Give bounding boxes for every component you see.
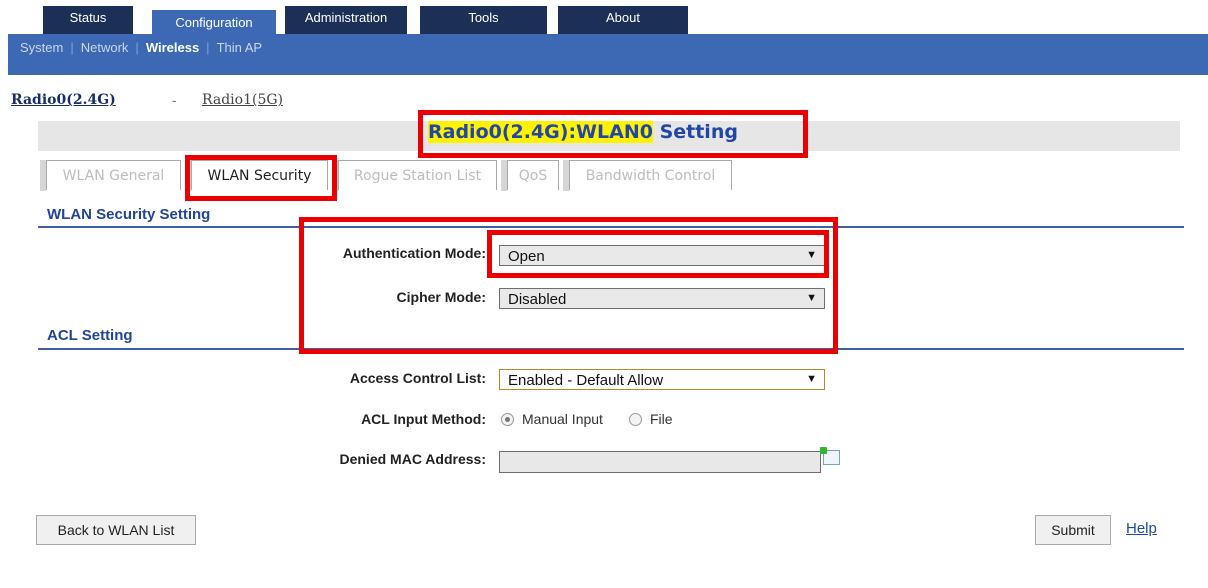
acl-input-method-label: ACL Input Method: [361,411,486,427]
add-entry-icon[interactable] [820,447,840,465]
sub-nav: System | Network | Wireless | Thin AP [8,34,1208,75]
page-title-highlight: Radio0(2.4G):WLAN0 [428,121,653,143]
tab-qos[interactable]: QoS [501,160,559,191]
page-title-rest: Setting [652,121,738,143]
wlan-security-title: WLAN Security Setting [47,206,211,223]
cipher-mode-label: Cipher Mode: [396,289,486,305]
chevron-down-icon: ▼ [806,373,817,385]
tab-rogue-station-list[interactable]: Rogue Station List [332,160,497,191]
chevron-down-icon: ▼ [806,249,817,261]
tab-configuration[interactable]: Configuration [152,10,276,34]
denied-mac-label: Denied MAC Address: [339,451,486,467]
access-control-list-label: Access Control List: [349,370,486,386]
manual-input-label: Manual Input [522,411,603,427]
page-title: Radio0(2.4G):WLAN0 Setting [428,121,738,143]
chevron-down-icon: ▼ [806,292,817,304]
subnav-network[interactable]: Network [81,40,129,55]
back-to-wlan-list-button[interactable]: Back to WLAN List [36,515,196,545]
subnav-separator: | [135,40,139,55]
section-divider [38,226,1184,228]
tab-bandwidth-control[interactable]: Bandwidth Control [563,160,732,191]
cipher-mode-select[interactable]: Disabled ▼ [499,288,825,309]
annotation-box-security-fields [299,217,838,354]
tab-tools[interactable]: Tools [420,6,547,34]
help-link[interactable]: Help [1126,520,1157,537]
cipher-mode-value: Disabled [508,291,567,308]
acl-input-method-group: Manual Input File [501,411,673,427]
tab-status[interactable]: Status [43,6,133,34]
manual-input-radio[interactable] [501,412,514,426]
tab-about[interactable]: About [558,6,688,34]
file-label: File [649,411,673,427]
radio1-link[interactable]: Radio1(5G) [202,92,283,108]
section-divider [38,348,1184,350]
subnav-system[interactable]: System [20,40,63,55]
subnav-wireless[interactable]: Wireless [146,40,199,55]
tab-administration[interactable]: Administration [285,6,407,34]
access-control-list-select[interactable]: Enabled - Default Allow ▼ [499,369,825,390]
radio-separator: - [172,92,177,108]
radio0-link[interactable]: Radio0(2.4G) [11,92,116,108]
tab-wlan-general[interactable]: WLAN General [40,160,181,191]
auth-mode-label: Authentication Mode: [342,245,486,261]
access-control-list-value: Enabled - Default Allow [508,372,664,389]
tab-wlan-security[interactable]: WLAN Security [185,160,328,191]
auth-mode-select[interactable]: Open ▼ [499,245,825,266]
acl-setting-title: ACL Setting [47,327,133,344]
denied-mac-input[interactable] [499,451,821,473]
file-radio[interactable] [628,412,642,426]
auth-mode-value: Open [508,248,545,265]
subnav-thin-ap[interactable]: Thin AP [217,40,263,55]
subnav-separator: | [206,40,210,55]
submit-button[interactable]: Submit [1035,515,1111,545]
subnav-separator: | [70,40,74,55]
